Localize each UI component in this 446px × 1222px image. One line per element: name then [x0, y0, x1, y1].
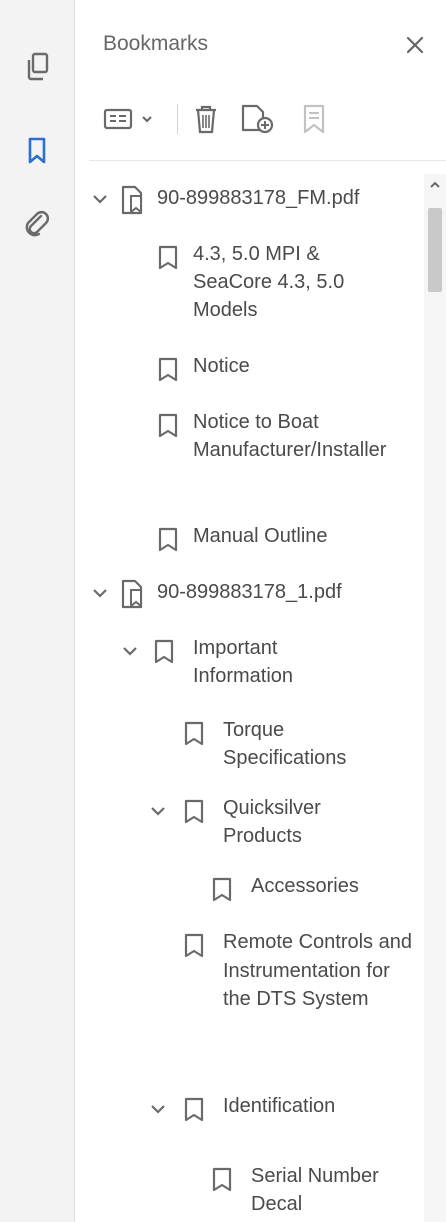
bookmark-item[interactable]: Identification: [75, 1092, 422, 1124]
delete-bookmark-button[interactable]: [189, 100, 223, 138]
bookmark-icon: [184, 1097, 204, 1122]
bookmark-icon: [158, 245, 178, 270]
bookmark-item[interactable]: Notice to Boat Manufacturer/Installer: [75, 408, 422, 498]
bookmarks-toolbar: [97, 96, 427, 144]
bookmark-label: Manual Outline: [193, 525, 328, 547]
tree-scrollbar[interactable]: [424, 174, 446, 1222]
new-bookmark-icon: [241, 104, 274, 134]
bookmark-item[interactable]: Serial Number Decal: [75, 1162, 422, 1222]
scroll-up-icon[interactable]: [428, 178, 442, 192]
chevron-down-icon[interactable]: [119, 640, 141, 662]
bookmark-label: Serial Number Decal: [251, 1165, 379, 1215]
new-bookmark-button[interactable]: [237, 100, 277, 138]
close-panel-button[interactable]: [398, 28, 432, 62]
pdf-file-icon: [121, 185, 143, 215]
bookmark-label: Notice: [193, 355, 250, 377]
bookmark-icon: [158, 527, 178, 552]
bookmark-icon: [212, 877, 232, 902]
bookmark-icon: [184, 933, 204, 958]
tree-top-border: [89, 160, 446, 161]
bookmarks-panel-button[interactable]: [16, 130, 58, 172]
bookmark-item[interactable]: Important Information: [75, 634, 422, 694]
chevron-down-icon[interactable]: [147, 1098, 169, 1120]
bookmark-label: Quicksilver Products: [223, 797, 321, 847]
chevron-down-icon[interactable]: [89, 582, 111, 604]
bookmark-label: Accessories: [251, 875, 359, 897]
pages-panel-button[interactable]: [16, 46, 58, 88]
bookmark-item[interactable]: Torque Specifications: [75, 716, 422, 776]
chevron-down-icon[interactable]: [147, 800, 169, 822]
pages-icon: [27, 52, 49, 81]
bookmark-label: Remote Controls and Instrumentation for …: [223, 931, 412, 1010]
options-menu-icon: [103, 108, 152, 130]
bookmark-icon: [154, 639, 174, 664]
attachments-panel-button[interactable]: [16, 204, 58, 246]
close-icon: [406, 36, 424, 54]
pdf-file-icon: [121, 579, 143, 609]
bookmark-label: Notice to Boat Manufacturer/Installer: [193, 411, 387, 461]
bookmark-item[interactable]: Quicksilver Products: [75, 794, 422, 854]
bookmark-label: Identification: [223, 1095, 336, 1117]
bookmark-item[interactable]: Remote Controls and Instrumentation for …: [75, 928, 422, 1078]
toolbar-separator: [177, 104, 178, 134]
file-name-label: 90-899883178_1.pdf: [157, 581, 342, 603]
file-name-label: 90-899883178_FM.pdf: [157, 187, 360, 209]
bookmark-icon: [158, 357, 178, 382]
delete-bookmark-icon: [196, 105, 216, 134]
tree-file-row-fm[interactable]: 90-899883178_FM.pdf: [75, 180, 422, 220]
bookmark-item[interactable]: Manual Outline: [75, 522, 422, 554]
new-bookmark-from-structure-icon: [303, 104, 325, 134]
bookmark-label: Important Information: [193, 637, 294, 687]
new-bookmark-from-structure-button[interactable]: [297, 100, 331, 138]
options-menu-button[interactable]: [101, 100, 161, 138]
panel-title: Bookmarks: [103, 32, 209, 55]
bookmark-icon: [158, 413, 178, 438]
bookmark-icon: [28, 137, 46, 164]
bookmark-item[interactable]: Accessories: [75, 872, 422, 904]
bookmarks-panel: Bookmarks 90-899883178_FM.pdf 4.3, 5.0 M…: [75, 0, 446, 1222]
attachment-icon: [25, 211, 49, 237]
left-tool-rail: [0, 0, 75, 1222]
bookmark-label: 4.3, 5.0 MPI & SeaCore 4.3, 5.0 Models: [193, 243, 345, 321]
tree-file-row-1[interactable]: 90-899883178_1.pdf: [75, 574, 422, 614]
bookmark-icon: [212, 1167, 232, 1192]
bookmark-item[interactable]: Notice: [75, 352, 422, 384]
scrollbar-thumb[interactable]: [428, 208, 442, 292]
bookmark-icon: [184, 799, 204, 824]
bookmark-item[interactable]: 4.3, 5.0 MPI & SeaCore 4.3, 5.0 Models: [75, 240, 422, 330]
bookmark-icon: [184, 721, 204, 746]
bookmark-label: Torque Specifications: [223, 719, 347, 769]
chevron-down-icon[interactable]: [89, 188, 111, 210]
